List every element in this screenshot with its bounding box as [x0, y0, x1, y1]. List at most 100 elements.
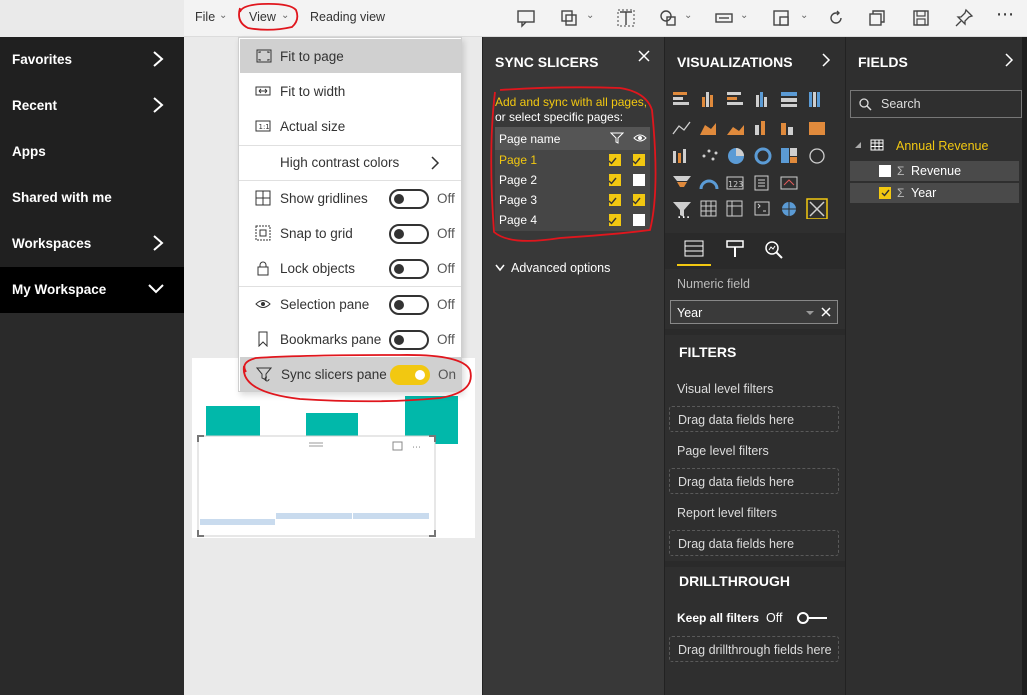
nav-item-workspaces[interactable]: Workspaces — [0, 221, 184, 267]
scrollbar-track[interactable] — [1022, 37, 1027, 695]
bookmarks-pane-toggle[interactable] — [389, 330, 429, 350]
lock-objects-toggle[interactable] — [389, 259, 429, 279]
chevron-right-icon[interactable] — [821, 53, 831, 67]
section-divider — [665, 561, 846, 567]
page-name: Page 4 — [499, 213, 538, 227]
image-icon[interactable] — [771, 8, 791, 28]
text-box-icon[interactable] — [616, 8, 636, 28]
field-item-year[interactable]: Σ Year — [850, 183, 1019, 203]
fields-pane: FIELDS Search Annual Revenue Σ Revenue Σ… — [845, 37, 1027, 695]
file-menu[interactable]: File — [195, 10, 215, 24]
snap-to-grid-option[interactable]: Snap to grid Off — [239, 216, 461, 251]
fit-to-width-icon — [255, 86, 271, 96]
button-icon[interactable] — [714, 8, 734, 28]
collapse-triangle-icon[interactable] — [854, 141, 862, 149]
svg-text:1:1: 1:1 — [259, 123, 270, 131]
sync-checkbox[interactable] — [609, 214, 621, 226]
nav-item-label: Apps — [12, 144, 46, 159]
more-options-icon[interactable]: ⋯ — [996, 4, 1015, 25]
chevron-down-icon[interactable]: ⌄ — [586, 10, 594, 21]
selection-pane-option[interactable]: Selection pane Off — [239, 287, 461, 322]
nav-item-recent[interactable]: Recent — [0, 83, 184, 129]
pin-icon[interactable] — [954, 8, 974, 28]
show-gridlines-toggle[interactable] — [389, 189, 429, 209]
sync-checkbox[interactable] — [609, 194, 621, 206]
visible-checkbox[interactable] — [633, 214, 645, 226]
field-item-revenue[interactable]: Σ Revenue — [850, 161, 1019, 181]
chevron-down-icon[interactable]: ⌄ — [740, 10, 748, 21]
chevron-right-icon — [431, 156, 440, 170]
menu-item-label: Fit to page — [280, 49, 344, 64]
chevron-right-icon[interactable] — [1004, 53, 1014, 67]
nav-item-my-workspace[interactable]: My Workspace — [0, 267, 184, 313]
comment-icon[interactable] — [516, 8, 536, 28]
sigma-icon: Σ — [897, 186, 905, 200]
advanced-options-toggle[interactable]: Advanced options — [495, 261, 610, 275]
sync-checkbox[interactable] — [609, 154, 621, 166]
sync-checkbox[interactable] — [609, 174, 621, 186]
fields-tab-icon[interactable] — [683, 239, 705, 259]
visualizations-pane: VISUALIZATIONS 123 ... Numeric field Yea… — [664, 37, 846, 695]
nav-item-shared-with-me[interactable]: Shared with me — [0, 175, 184, 221]
sync-page-row[interactable]: Page 1 — [495, 150, 650, 170]
actual-size-icon: 1:1 — [255, 120, 271, 132]
visible-checkbox[interactable] — [633, 154, 645, 166]
sync-page-row[interactable]: Page 2 — [495, 170, 650, 190]
close-icon[interactable] — [637, 49, 651, 63]
sync-slicers-title: SYNC SLICERS — [495, 54, 599, 70]
toggle-knob — [394, 300, 404, 310]
page-level-filters-well[interactable]: Drag data fields here — [669, 468, 839, 494]
duplicate-icon[interactable] — [867, 8, 887, 28]
table-annual-revenue[interactable]: Annual Revenue — [852, 137, 1024, 155]
visual-level-filters-well[interactable]: Drag data fields here — [669, 406, 839, 432]
show-gridlines-option[interactable]: Show gridlines Off — [239, 181, 461, 216]
keep-all-filters-toggle[interactable] — [796, 611, 828, 625]
save-icon[interactable] — [911, 8, 931, 28]
field-checkbox[interactable] — [879, 165, 891, 177]
drillthrough-well[interactable]: Drag drillthrough fields here — [669, 636, 839, 662]
menu-item-label: Show gridlines — [280, 191, 368, 206]
sync-page-row[interactable]: Page 4 — [495, 210, 650, 230]
copy-icon[interactable] — [559, 8, 579, 28]
refresh-icon[interactable] — [826, 8, 846, 28]
numeric-field-well[interactable]: Year — [670, 300, 838, 324]
report-level-filters-well[interactable]: Drag data fields here — [669, 530, 839, 556]
snap-to-grid-toggle[interactable] — [389, 224, 429, 244]
chevron-down-icon[interactable]: ⌄ — [684, 10, 692, 21]
toggle-state: Off — [437, 226, 455, 241]
bookmarks-pane-option[interactable]: Bookmarks pane Off — [239, 322, 461, 357]
visible-checkbox[interactable] — [633, 194, 645, 206]
sync-page-row[interactable]: Page 3 — [495, 190, 650, 210]
nav-item-favorites[interactable]: Favorites — [0, 37, 184, 83]
fields-search-box[interactable]: Search — [850, 90, 1022, 118]
analytics-magnifier-icon[interactable] — [763, 239, 785, 259]
chevron-down-icon[interactable]: ⌄ — [800, 10, 808, 21]
view-menu[interactable]: View — [249, 10, 276, 24]
shapes-icon[interactable] — [658, 8, 678, 28]
high-contrast-colors-option[interactable]: High contrast colors — [239, 145, 461, 180]
sync-slicers-pane-toggle[interactable] — [390, 365, 430, 385]
sync-intro-line-1[interactable]: Add and sync with all pages, — [495, 95, 647, 110]
nav-item-apps[interactable]: Apps — [0, 129, 184, 175]
visual-level-filters-label: Visual level filters — [677, 382, 774, 396]
chevron-down-icon: ⌄ — [219, 10, 228, 21]
sync-filter-icon — [610, 132, 624, 144]
fit-to-width-option[interactable]: Fit to width — [239, 74, 461, 109]
fit-to-page-option[interactable]: Fit to page — [240, 39, 461, 73]
lock-objects-option[interactable]: Lock objects Off — [239, 251, 461, 286]
toggle-knob — [394, 264, 404, 274]
actual-size-option[interactable]: 1:1 Actual size — [239, 109, 461, 144]
sync-slicers-pane-option[interactable]: Sync slicers pane On — [240, 357, 461, 391]
visible-checkbox[interactable] — [633, 174, 645, 186]
toggle-state: Off — [437, 297, 455, 312]
reading-view-button[interactable]: Reading view — [310, 10, 385, 24]
dropdown-arrow-icon[interactable] — [805, 309, 815, 317]
remove-field-icon[interactable] — [821, 307, 831, 317]
chevron-down-icon — [148, 284, 164, 294]
format-paint-roller-icon[interactable] — [725, 239, 745, 259]
selection-pane-toggle[interactable] — [389, 295, 429, 315]
page-name: Page 3 — [499, 193, 538, 207]
visual-types-grid[interactable]: 123 — [671, 89, 843, 219]
more-visuals-button[interactable]: ... — [677, 205, 690, 223]
nav-item-label: Shared with me — [12, 190, 112, 205]
